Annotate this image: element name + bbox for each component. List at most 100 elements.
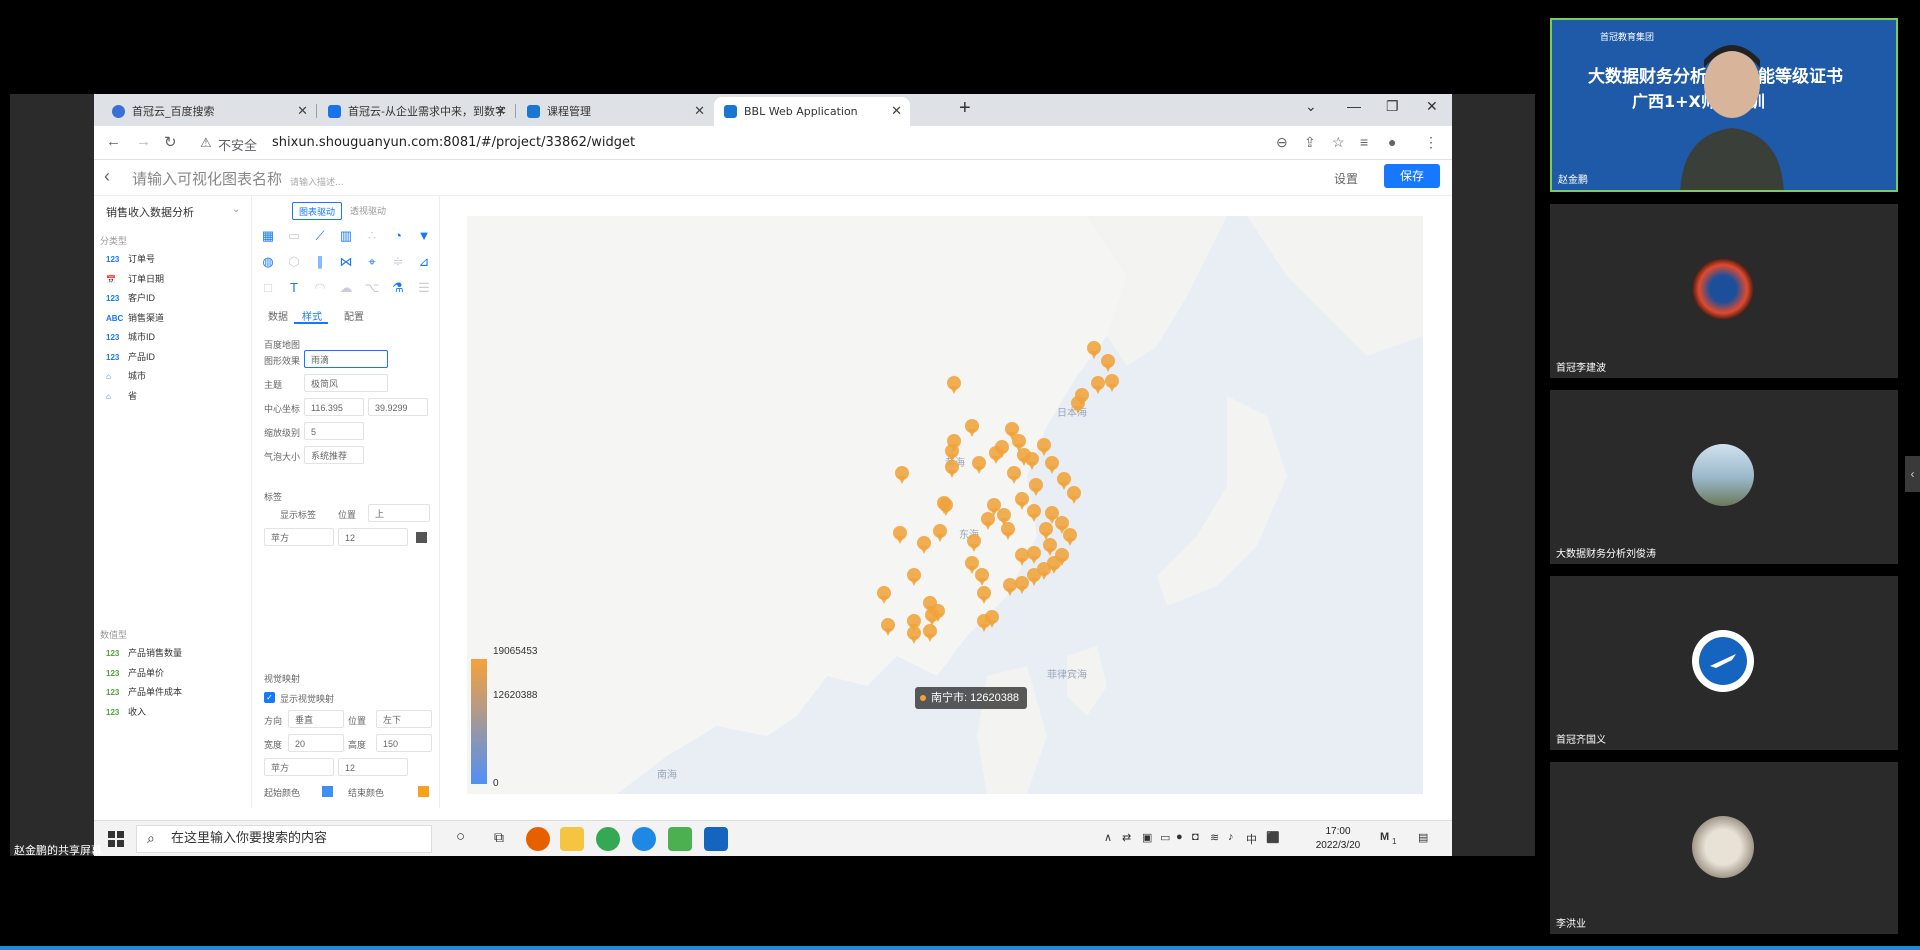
url-text[interactable]: shixun.shouguanyun.com:8081/#/project/33… [272,135,635,150]
map-marker[interactable] [945,460,959,478]
back-arrow-icon[interactable]: ‹ [104,166,110,187]
waterfall-icon[interactable]: ≑ [390,254,406,270]
effect-select[interactable]: 雨滴 [304,350,388,368]
tab-bbl-web-application[interactable]: BBL Web Application ✕ [714,97,910,126]
map-marker[interactable] [1047,556,1061,574]
tab-shouguanyun[interactable]: 首冠云-从企业需求中来，到数字 ✕ [318,97,514,126]
chevron-up-icon[interactable]: ∧ [1104,831,1112,844]
map-marker[interactable] [893,526,907,544]
tree-icon[interactable]: ⌥ [364,280,380,296]
show-visual-map-checkbox[interactable]: ✓ [264,692,275,703]
map-marker[interactable] [1027,546,1041,564]
camera-icon[interactable]: ◘ [1192,831,1199,843]
map-marker[interactable] [881,618,895,636]
tab-baidu-search[interactable]: 首冠云_百度搜索 ✕ [102,97,316,126]
map-marker[interactable] [947,376,961,394]
direction-select[interactable]: 垂直 [288,710,344,728]
center-lat-input[interactable]: 39.9299 [368,398,428,416]
funnel-icon[interactable]: ▼ [416,228,432,244]
map-marker[interactable] [877,586,891,604]
field-item[interactable]: 123 订单号 [106,252,155,265]
scatter-icon[interactable]: ∴ [364,228,380,244]
map-marker[interactable] [1007,466,1021,484]
label-font-size-select[interactable]: 12 [338,528,408,546]
file-explorer-icon[interactable] [560,827,584,851]
pie-chart-icon[interactable]: ◔ [390,228,406,244]
participant-tile[interactable]: 李洪业 [1550,762,1898,934]
field-item[interactable]: 123 产品单件成本 [106,685,182,698]
map-marker[interactable] [975,568,989,586]
parallel-icon[interactable]: ∥ [312,254,328,270]
firefox-icon[interactable] [526,827,550,851]
wifi-icon[interactable]: ≋ [1210,831,1219,844]
baidu-map-icon[interactable]: ⌖ [364,254,380,270]
share-icon[interactable]: ⇪ [1304,134,1316,151]
center-lng-input[interactable]: 116.395 [304,398,364,416]
label-color-swatch[interactable] [416,532,427,543]
volume-icon[interactable]: ♪ [1228,831,1234,843]
speaker-video-tile[interactable]: 首冠教育集团 大数据财务分析职业技能等级证书 广西1+X师资培训 赵金鹏 [1550,18,1898,192]
meeting-tray-icon[interactable]: M [1380,831,1389,843]
ime-indicator[interactable]: 中 [1246,831,1257,847]
map-marker[interactable] [1091,376,1105,394]
field-item[interactable]: ⌂ 省 [106,389,137,402]
map-marker[interactable] [1105,374,1119,392]
end-color-swatch[interactable] [418,786,429,797]
map-marker[interactable] [977,586,991,604]
visual-position-select[interactable]: 左下 [376,710,432,728]
map-marker[interactable] [965,419,979,437]
close-window-icon[interactable]: ✕ [1426,98,1438,115]
radar-icon[interactable]: ⬡ [286,254,302,270]
map-marker[interactable] [989,446,1003,464]
reload-icon[interactable]: ↻ [164,133,177,151]
pivot-driven-tab[interactable]: 透视驱动 [344,202,392,220]
taskbar-search-input[interactable]: ⌕ 在这里输入你要搜索的内容 [136,825,432,853]
view-select[interactable]: 销售收入数据分析 [106,204,194,220]
map-marker[interactable] [981,512,995,530]
map-marker[interactable] [1001,522,1015,540]
notification-center-icon[interactable]: ▤ [1418,831,1428,844]
clock[interactable]: 17:00 2022/3/20 [1306,825,1370,853]
tray-app-icon[interactable]: ▣ [1142,831,1152,844]
field-item[interactable]: ⌂ 城市 [106,369,146,382]
microphone-icon[interactable]: ● [1176,831,1183,843]
windows-start-icon[interactable] [108,831,124,847]
battery-icon[interactable]: ▭ [1160,831,1170,844]
map-marker[interactable] [1067,486,1081,504]
tray-app-icon[interactable]: ⇄ [1122,831,1131,844]
tab-data[interactable]: 数据 [268,308,288,323]
theme-select[interactable]: 极简风 [304,374,388,392]
width-input[interactable]: 20 [288,734,344,752]
bar-chart-icon[interactable]: ▥ [338,228,354,244]
field-item[interactable]: 123 收入 [106,705,146,718]
field-item[interactable]: 123 产品ID [106,350,155,363]
line-chart-icon[interactable]: ⟋ [312,228,328,244]
field-item[interactable]: 123 产品单价 [106,666,164,679]
scorecard-icon[interactable]: ▭ [286,228,302,244]
gauge-icon[interactable]: ◠ [312,280,328,296]
map-marker[interactable] [1075,388,1089,406]
close-tab-icon[interactable]: ✕ [891,97,902,126]
chart-name-input[interactable]: 请输入可视化图表名称 [132,168,282,189]
area-chart-icon[interactable]: ⊿ [416,254,432,270]
wechat-icon[interactable] [668,827,692,851]
settings-button[interactable]: 设置 [1334,170,1358,187]
bookmark-star-icon[interactable]: ☆ [1332,134,1345,151]
warning-icon[interactable]: ⚠ [200,135,212,151]
map-marker[interactable] [1087,341,1101,359]
chrome-icon[interactable] [596,827,620,851]
map-marker[interactable] [1003,578,1017,596]
map-marker[interactable] [1101,354,1115,372]
map-marker[interactable] [907,626,921,644]
map-marker[interactable] [923,624,937,642]
map-marker[interactable] [1029,478,1043,496]
map-icon[interactable]: ◍ [260,254,276,270]
close-tab-icon[interactable]: ✕ [694,97,705,126]
map-marker[interactable] [937,496,951,514]
forward-icon[interactable]: → [136,133,151,150]
visual-font-size-select[interactable]: 12 [338,758,408,776]
label-font-select[interactable]: 苹方 [264,528,334,546]
task-view-icon[interactable]: ⧉ [494,829,504,846]
tab-config[interactable]: 配置 [344,308,364,323]
back-icon[interactable]: ← [106,133,121,150]
